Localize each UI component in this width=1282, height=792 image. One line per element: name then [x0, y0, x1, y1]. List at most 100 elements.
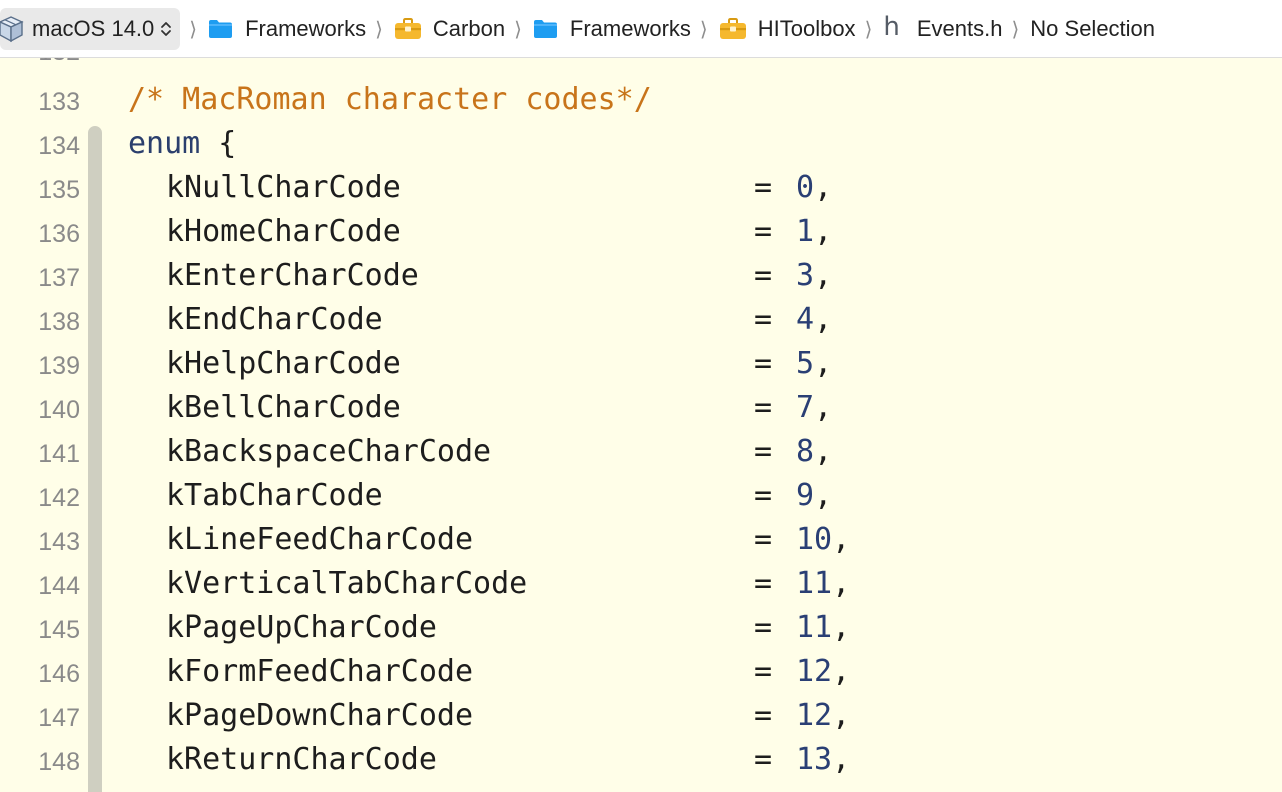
comma: ,	[832, 698, 851, 733]
number-literal: 12	[796, 654, 833, 689]
enum-constant-name: kFormFeedCharCode	[166, 654, 474, 689]
enum-constant-value: 9,	[796, 474, 832, 518]
code-text: {	[200, 126, 237, 161]
code-keyword: enum	[128, 126, 201, 161]
breadcrumb-frameworks-inner[interactable]: Frameworks	[533, 9, 691, 49]
breadcrumb-label: Events.h	[916, 15, 1003, 41]
comma: ,	[832, 522, 851, 557]
line-number: 137	[38, 264, 80, 292]
equals-sign: =	[754, 654, 773, 689]
equals-sign: =	[754, 258, 773, 293]
comma: ,	[832, 742, 851, 777]
line-number: 144	[38, 572, 80, 600]
folder-icon	[209, 19, 233, 38]
equals-sign: =	[754, 214, 773, 249]
line-number: 135	[38, 176, 80, 204]
change-ribbon	[88, 126, 102, 792]
enum-constant-name: kHomeCharCode	[166, 214, 401, 249]
breadcrumb-label: HIToolbox	[757, 15, 856, 41]
toolbox-icon	[719, 17, 746, 39]
enum-constant-value: 5,	[796, 342, 832, 386]
enum-constant-value: 13,	[796, 738, 850, 782]
stepper-chevron-icon	[160, 19, 172, 39]
breadcrumb-separator: ⟩	[864, 16, 873, 41]
breadcrumb-separator: ⟩	[699, 16, 708, 41]
line-number: 139	[38, 352, 80, 380]
enum-constant-name: kEndCharCode	[166, 302, 383, 337]
equals-sign: =	[754, 742, 773, 777]
comma: ,	[814, 478, 833, 513]
enum-constant-name: kBackspaceCharCode	[166, 434, 492, 469]
breadcrumb-carbon[interactable]: Carbon	[394, 9, 505, 49]
sdk-label: macOS 14.0	[32, 15, 155, 41]
line-number: 133	[38, 88, 80, 116]
breadcrumb-label: Frameworks	[569, 15, 691, 41]
number-literal: 12	[796, 698, 833, 733]
equals-sign: =	[754, 566, 773, 601]
line-number: 147	[38, 704, 80, 732]
equals-sign: =	[754, 346, 773, 381]
breadcrumb-label: Carbon	[432, 15, 506, 41]
enum-constant-value: 8,	[796, 430, 832, 474]
comma: ,	[832, 610, 851, 645]
header-file-icon: h	[883, 11, 900, 42]
toolbox-icon	[394, 17, 421, 39]
equals-sign: =	[754, 434, 773, 469]
equals-sign: =	[754, 390, 773, 425]
number-literal: 0	[796, 170, 815, 205]
comma: ,	[814, 170, 833, 205]
enum-constant-name: kPageUpCharCode	[166, 610, 437, 645]
enum-constant-value: 7,	[796, 386, 832, 430]
code-line: enum {	[128, 122, 236, 166]
breadcrumb-separator: ⟩	[1011, 16, 1020, 41]
breadcrumb-label: No Selection	[1030, 15, 1156, 41]
number-literal: 4	[796, 302, 815, 337]
comma: ,	[832, 566, 851, 601]
enum-constant-name: kLineFeedCharCode	[166, 522, 474, 557]
breadcrumb-frameworks[interactable]: Frameworks	[208, 9, 366, 49]
comma: ,	[814, 258, 833, 293]
line-number: 143	[38, 528, 80, 556]
comma: ,	[814, 390, 833, 425]
equals-sign: =	[754, 522, 773, 557]
enum-constant-value: 12,	[796, 650, 850, 694]
number-literal: 11	[796, 566, 833, 601]
line-number: 134	[38, 132, 80, 160]
enum-constant-name: kHelpCharCode	[166, 346, 401, 381]
enum-constant-name: kPageDownCharCode	[166, 698, 474, 733]
comma: ,	[814, 434, 833, 469]
breadcrumb-events-h[interactable]: h Events.h	[883, 9, 1002, 49]
line-number: 138	[38, 308, 80, 336]
line-number: 142	[38, 484, 80, 512]
enum-constant-value: 4,	[796, 298, 832, 342]
equals-sign: =	[754, 478, 773, 513]
breadcrumb-separator: ⟩	[189, 16, 198, 41]
number-literal: 9	[796, 478, 815, 513]
equals-sign: =	[754, 302, 773, 337]
equals-sign: =	[754, 170, 773, 205]
line-number: 146	[38, 660, 80, 688]
comma: ,	[814, 214, 833, 249]
enum-constant-value: 0,	[796, 166, 832, 210]
enum-constant-value: 11,	[796, 606, 850, 650]
comma: ,	[814, 302, 833, 337]
enum-constant-value: 1,	[796, 210, 832, 254]
enum-constant-name: kBellCharCode	[166, 390, 401, 425]
enum-constant-value: 11,	[796, 562, 850, 606]
breadcrumb-hitoolbox[interactable]: HIToolbox	[719, 9, 856, 49]
comma: ,	[814, 346, 833, 381]
number-literal: 11	[796, 610, 833, 645]
line-number: 148	[38, 748, 80, 776]
enum-constant-value: 10,	[796, 518, 850, 562]
line-number: 132	[0, 58, 80, 74]
enum-constant-name: kEnterCharCode	[166, 258, 419, 293]
breadcrumb-no-selection[interactable]: No Selection	[1030, 9, 1155, 49]
equals-sign: =	[754, 610, 773, 645]
enum-constant-value: 12,	[796, 694, 850, 738]
line-number: 141	[38, 440, 80, 468]
package-icon	[0, 15, 24, 42]
breadcrumb-label: Frameworks	[245, 15, 367, 41]
number-literal: 5	[796, 346, 815, 381]
sdk-selector[interactable]: macOS 14.0	[0, 7, 181, 50]
line-number: 140	[38, 396, 80, 424]
